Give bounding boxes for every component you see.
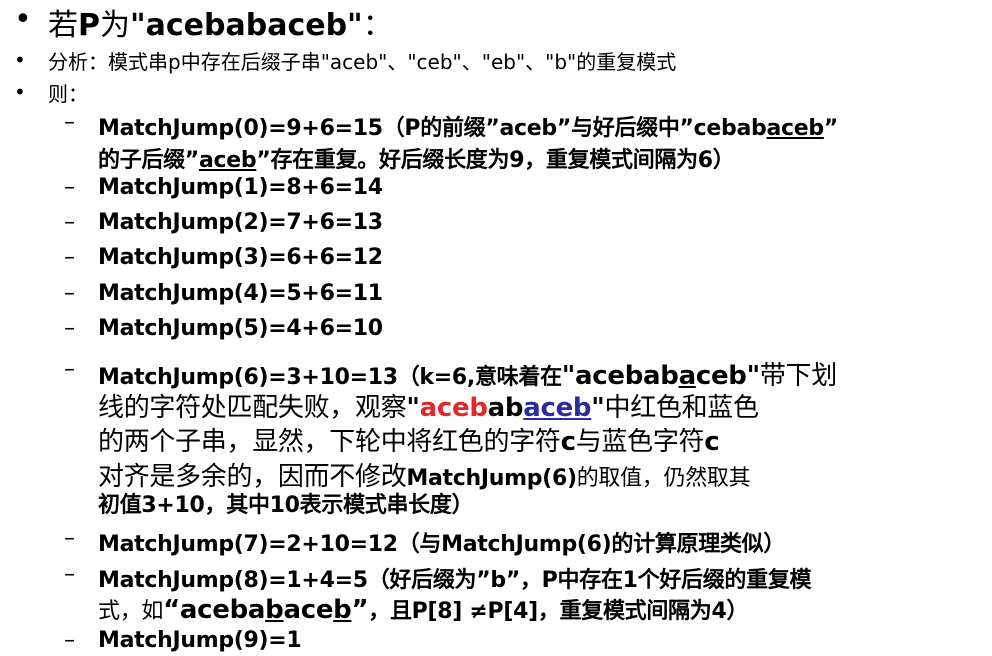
item-0-line-2: 的子后缀”aceb”存在重复。好后缀长度为9，重复模式间隔为6） — [98, 148, 735, 173]
item-6-line-3: 的两个子串，显然，下轮中将红色的字符c与蓝色字符c — [98, 427, 720, 457]
dash-1: – — [64, 175, 75, 200]
item-0-line-1: MatchJump(0)=9+6=15（P的前缀”aceb”与好后缀中”ceba… — [98, 116, 839, 141]
dash-3: – — [64, 245, 75, 270]
dash-0: – — [64, 110, 75, 135]
analysis-text: 分析：模式串p中存在后缀子串"aceb"、"ceb"、"eb"、"b"的重复模式 — [48, 50, 677, 74]
item-8-line-1: MatchJump(8)=1+4=5（好后缀为”b”，P中存在1个好后缀的重复模 — [98, 568, 812, 593]
dash-2: – — [64, 210, 75, 235]
item-3: MatchJump(3)=6+6=12 — [98, 245, 383, 270]
item-1: MatchJump(1)=8+6=14 — [98, 175, 383, 200]
slide: • 若P为"acebabaceb"： • 分析：模式串p中存在后缀子串"aceb… — [0, 0, 992, 656]
bullet-analysis: • — [14, 48, 26, 72]
dash-7: – — [64, 526, 75, 551]
dash-6: – — [64, 357, 75, 382]
item-7: MatchJump(7)=2+10=12（与MatchJump(6)的计算原理类… — [98, 532, 786, 557]
item-9: MatchJump(9)=1 — [98, 628, 302, 653]
slide-title: 若P为"acebabaceb"： — [48, 8, 393, 43]
item-8-line-2: 式，如“acebabaceb”，且P[8] ≠P[4]，重复模式间隔为4） — [98, 595, 749, 625]
bullet-then: • — [14, 80, 26, 104]
item-4: MatchJump(4)=5+6=11 — [98, 281, 383, 306]
dash-9: – — [64, 628, 75, 653]
item-2: MatchJump(2)=7+6=13 — [98, 210, 383, 235]
item-5: MatchJump(5)=4+6=10 — [98, 316, 383, 341]
dash-4: – — [64, 281, 75, 306]
bullet-title: • — [14, 2, 32, 37]
then-text: 则： — [48, 82, 88, 106]
dash-5: – — [64, 316, 75, 341]
dash-8: – — [64, 562, 75, 587]
item-6-line-2: 线的字符处匹配失败，观察"acebabaceb"中红色和蓝色 — [98, 393, 759, 423]
item-6-line-5: 初值3+10，其中10表示模式串长度） — [98, 493, 474, 518]
